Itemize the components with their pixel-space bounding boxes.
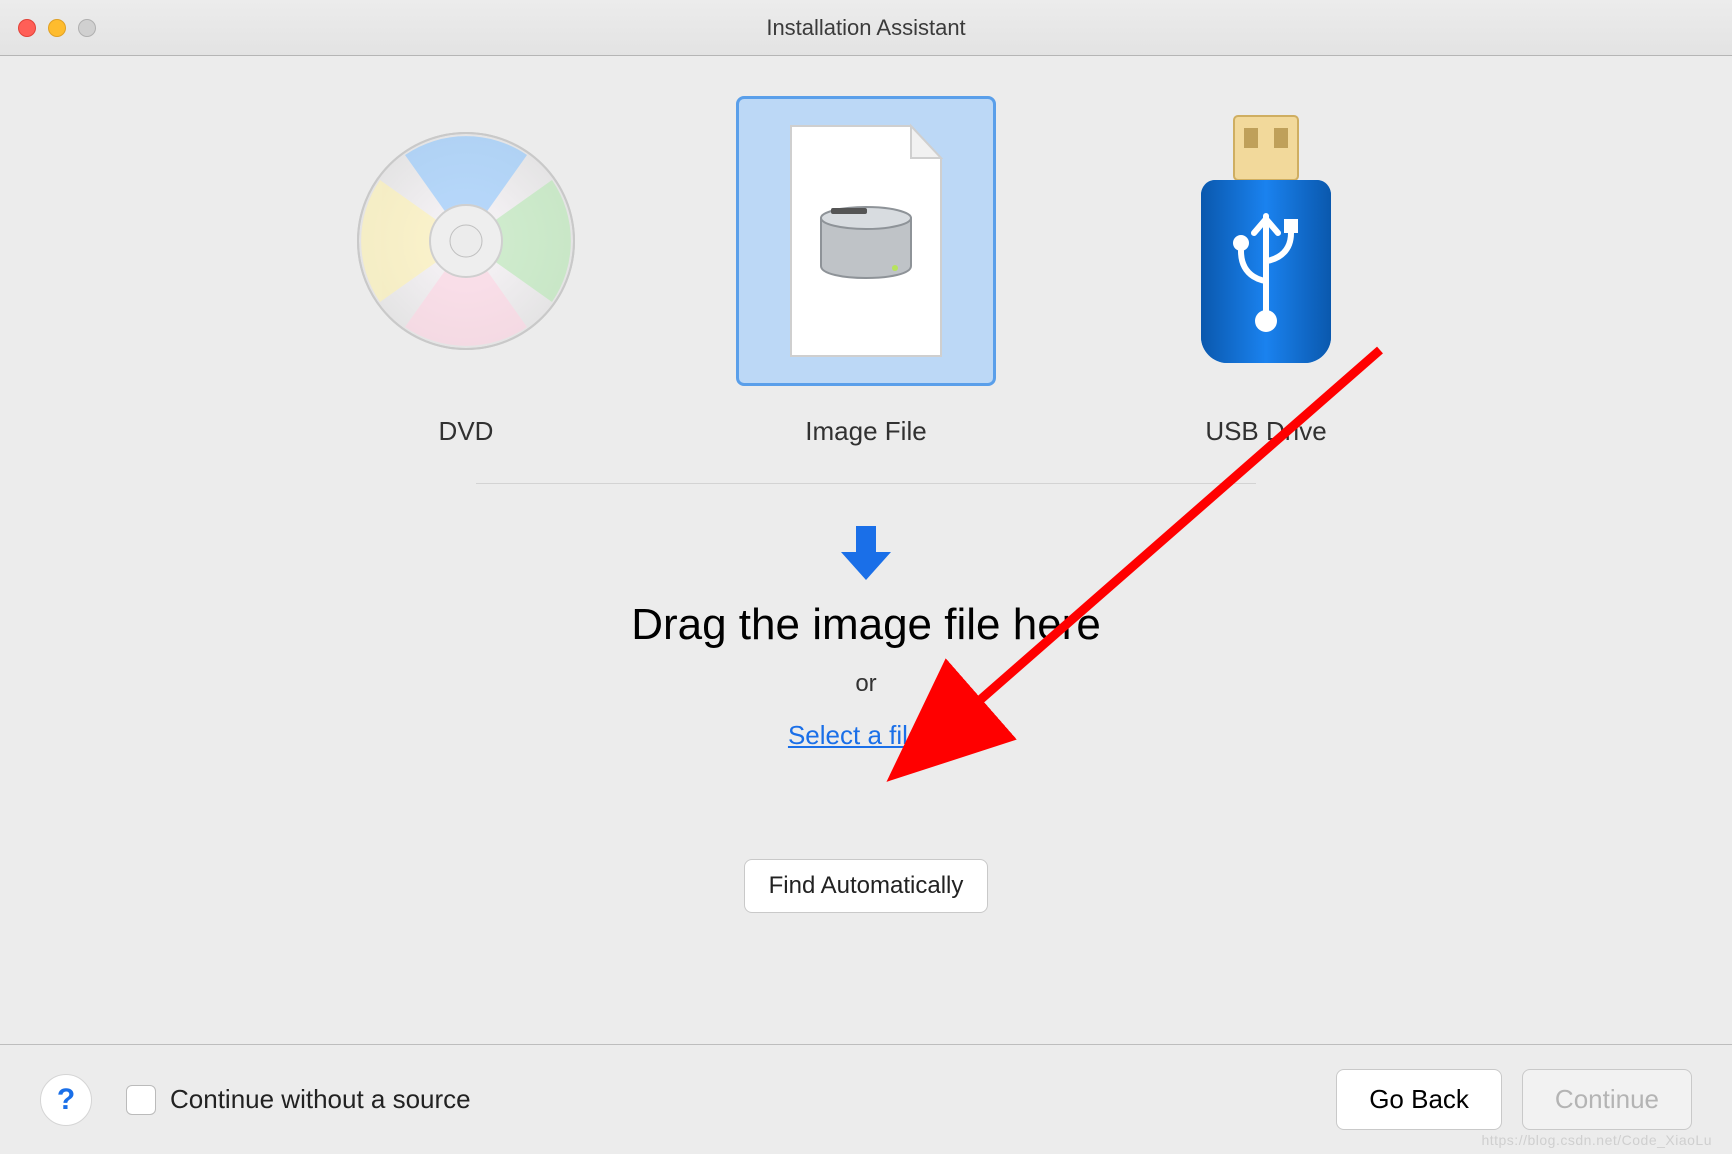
- continue-button: Continue: [1522, 1069, 1692, 1130]
- dvd-icon-box: [336, 96, 596, 386]
- bottom-bar: ? Continue without a source Go Back Cont…: [0, 1044, 1732, 1154]
- drop-or-label: or: [855, 670, 876, 698]
- source-image-file[interactable]: Image File: [736, 96, 996, 447]
- drop-instruction: Drag the image file here: [631, 600, 1101, 650]
- select-file-link[interactable]: Select a file...: [788, 720, 944, 751]
- dvd-icon: [351, 126, 581, 356]
- image-file-icon: [771, 116, 961, 366]
- help-icon: ?: [57, 1083, 75, 1117]
- find-automatically-button[interactable]: Find Automatically: [744, 859, 989, 913]
- continue-without-source-label: Continue without a source: [170, 1084, 471, 1115]
- window-title: Installation Assistant: [0, 15, 1732, 41]
- source-options: DVD: [336, 96, 1396, 447]
- source-image-file-label: Image File: [805, 416, 926, 447]
- source-dvd-label: DVD: [439, 416, 494, 447]
- divider: [476, 483, 1256, 484]
- usb-icon-box: [1136, 96, 1396, 386]
- installation-assistant-window: Installation Assistant: [0, 0, 1732, 1154]
- source-dvd[interactable]: DVD: [336, 96, 596, 447]
- usb-drive-icon: [1191, 111, 1341, 371]
- titlebar: Installation Assistant: [0, 0, 1732, 56]
- continue-without-source-option: Continue without a source: [126, 1084, 471, 1115]
- image-file-icon-box: [736, 96, 996, 386]
- help-button[interactable]: ?: [40, 1074, 92, 1126]
- content-area: DVD: [0, 56, 1732, 1044]
- drop-area[interactable]: Drag the image file here or Select a fil…: [631, 524, 1101, 751]
- continue-without-source-checkbox[interactable]: [126, 1085, 156, 1115]
- watermark: https://blog.csdn.net/Code_XiaoLu: [1481, 1132, 1712, 1148]
- source-usb-drive[interactable]: USB Drive: [1136, 96, 1396, 447]
- arrow-down-icon: [839, 524, 893, 582]
- go-back-button[interactable]: Go Back: [1336, 1069, 1502, 1130]
- source-usb-drive-label: USB Drive: [1205, 416, 1326, 447]
- nav-buttons: Go Back Continue: [1336, 1069, 1692, 1130]
- find-automatically-wrap: Find Automatically: [744, 859, 989, 913]
